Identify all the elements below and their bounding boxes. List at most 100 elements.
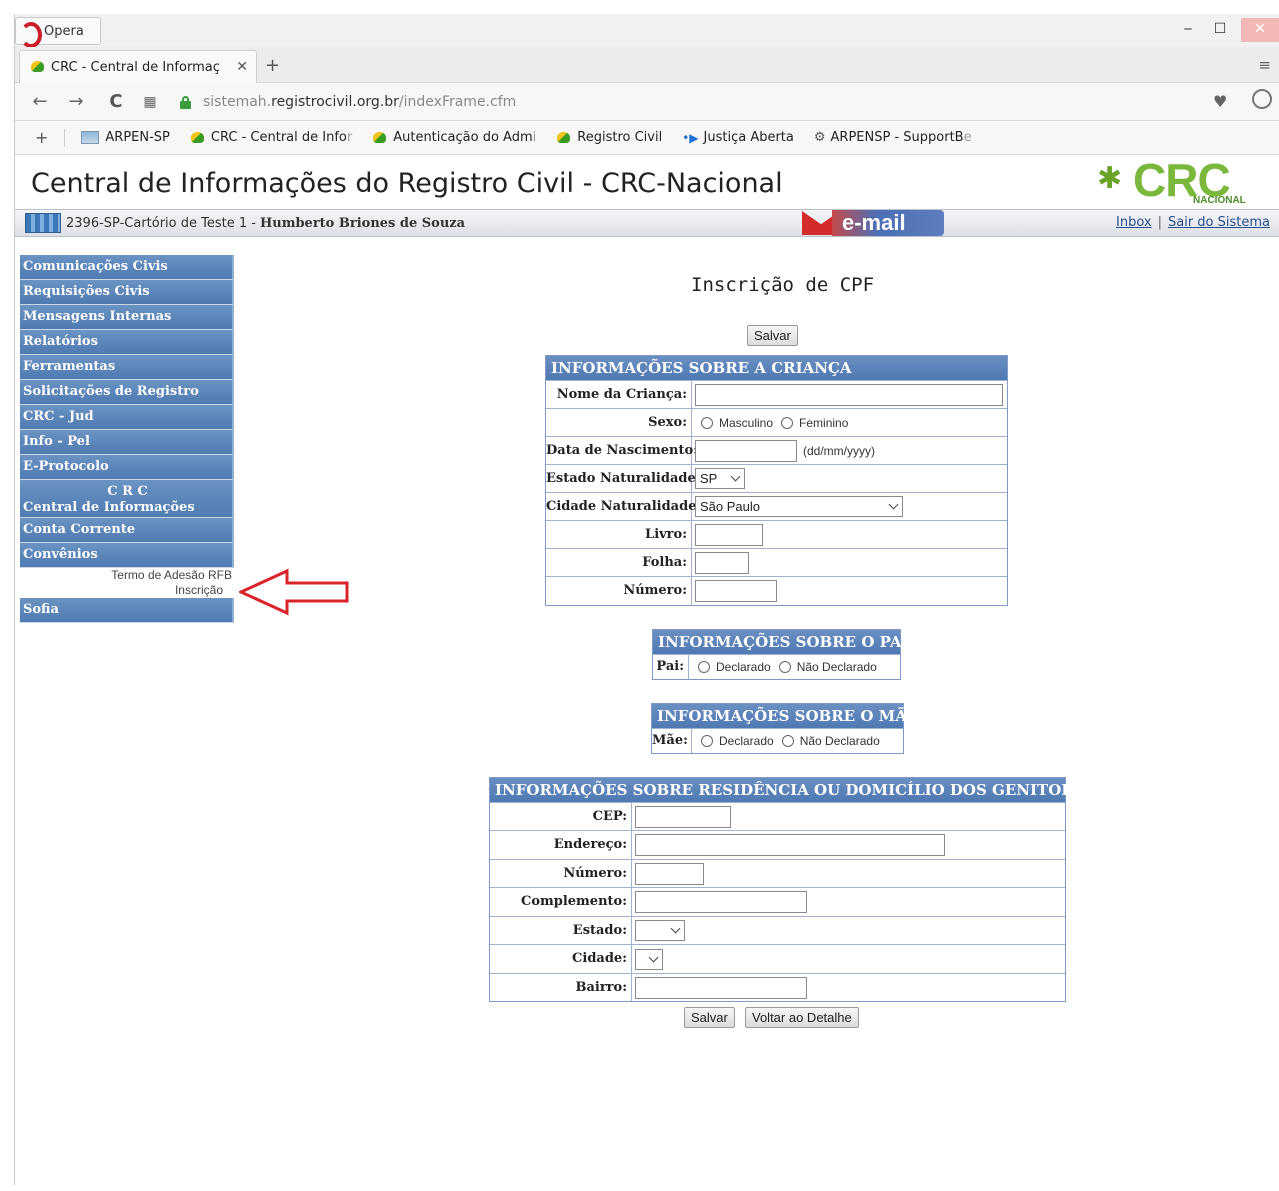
field-label: Estado Naturalidade:: [546, 465, 701, 492]
number-input[interactable]: [695, 580, 777, 602]
browser-window: Opera ‒ ☐ ✕ CRC - Central de Informaç ✕ …: [14, 14, 1279, 1185]
back-to-detail-button[interactable]: Voltar ao Detalhe: [745, 1007, 859, 1028]
field-label: CEP:: [490, 803, 632, 830]
bookmark-label-fade: r: [346, 130, 353, 145]
house-number-input[interactable]: [635, 862, 704, 885]
address-bar: ← → C ▦ sistemah. registrocivil.org.br/in…: [15, 83, 1279, 121]
menu-relatorios[interactable]: Relatórios: [20, 330, 234, 355]
address-input[interactable]: [635, 834, 945, 856]
account-icon[interactable]: [1252, 89, 1272, 109]
menu-solicitacoes-registro[interactable]: Solicitações de Registro: [20, 380, 234, 405]
menu-ferramentas[interactable]: Ferramentas: [20, 355, 234, 380]
divider: [64, 128, 66, 147]
father-info-section: INFORMAÇÕES SOBRE O PAI Pai: Declarado N…: [652, 629, 908, 680]
bookmark-registro-civil[interactable]: Registro Civil: [556, 130, 662, 145]
maximize-icon[interactable]: ☐: [1207, 18, 1233, 42]
menu-comunicacoes-civis[interactable]: Comunicações Civis: [20, 255, 234, 280]
tab-close-icon[interactable]: ✕: [236, 59, 248, 75]
child-info-section: INFORMAÇÕES SOBRE A CRIANÇA Nome da Cria…: [545, 355, 1008, 606]
user-name: Humberto Briones de Souza: [259, 215, 466, 231]
menu-central-informacoes[interactable]: C R C Central de Informações: [20, 480, 234, 518]
field-label: Livro:: [546, 521, 692, 548]
url-field[interactable]: sistemah. registrocivil.org.br/indexFrame…: [180, 89, 1210, 115]
menu-e-protocolo[interactable]: E-Protocolo: [20, 455, 234, 480]
row-cidade: Cidade Naturalidade: São Paulo: [546, 492, 1007, 520]
row-complemento: Complemento:: [490, 887, 1065, 916]
residence-city-select[interactable]: [635, 948, 663, 970]
neighborhood-input[interactable]: [635, 976, 807, 999]
bookmark-arpen-sp[interactable]: ARPEN-SP: [81, 130, 170, 145]
city-value: São Paulo: [700, 499, 760, 514]
menu-convenios[interactable]: Convênios: [20, 543, 234, 568]
gear-icon: ⚙: [813, 130, 826, 145]
tab-menu-icon[interactable]: ≡: [1258, 56, 1271, 74]
radio-pai-nao-declarado[interactable]: [778, 661, 791, 673]
convenios-submenu: Termo de Adesão RFB Inscrição: [20, 568, 234, 598]
forward-arrow-icon[interactable]: →: [63, 91, 89, 112]
reload-icon[interactable]: C: [103, 91, 129, 112]
tab-crc[interactable]: CRC - Central de Informaç ✕: [19, 50, 257, 83]
add-bookmark-icon[interactable]: +: [35, 128, 48, 147]
menu-crc-jud[interactable]: CRC - Jud: [20, 405, 234, 430]
web-page: Central de Informações do Registro Civil…: [15, 154, 1279, 1191]
image-icon: [81, 131, 100, 144]
lock-icon: [180, 95, 191, 109]
speed-dial-icon[interactable]: ▦: [137, 94, 163, 110]
bookmark-crc-central[interactable]: CRC - Central de Info r: [190, 130, 352, 145]
site-header: Central de Informações do Registro Civil…: [15, 154, 1279, 209]
minimize-icon[interactable]: ‒: [1175, 18, 1201, 42]
bookmark-autenticacao[interactable]: Autenticação do Adm i: [372, 130, 536, 145]
radio-mae-declarado[interactable]: [701, 735, 713, 747]
back-arrow-icon[interactable]: ←: [27, 91, 53, 112]
menu-mensagens-internas[interactable]: Mensagens Internas: [20, 305, 234, 330]
section-heading: INFORMAÇÕES SOBRE O PAI: [653, 630, 908, 654]
registry-icon: [25, 213, 61, 233]
menu-info-pel[interactable]: Info - Pel: [20, 430, 234, 455]
heart-icon[interactable]: ♥: [1213, 92, 1227, 111]
radio-mae-nao-declarado[interactable]: [781, 735, 794, 747]
opera-menu-button[interactable]: Opera: [15, 17, 101, 48]
bookmark-label: CRC - Central de Info: [210, 130, 347, 145]
cep-input[interactable]: [635, 805, 731, 828]
menu-sofia[interactable]: Sofia: [20, 598, 234, 623]
section-heading: INFORMAÇÕES SOBRE RESIDÊNCIA OU DOMICÍLI…: [490, 778, 1096, 802]
radio-feminino[interactable]: [781, 416, 794, 429]
mother-info-section: INFORMAÇÕES SOBRE O MÃE Mãe: Declarado N…: [651, 703, 918, 754]
new-tab-button[interactable]: +: [265, 55, 280, 76]
logout-link[interactable]: Sair do Sistema: [1168, 215, 1270, 230]
menu-conta-corrente[interactable]: Conta Corrente: [20, 518, 234, 543]
bookmark-justica-aberta[interactable]: •▶ Justiça Aberta: [682, 130, 794, 145]
page-input[interactable]: [695, 551, 749, 574]
menu-central-line1: C R C: [107, 484, 148, 499]
book-input[interactable]: [695, 523, 763, 546]
submenu-inscricao[interactable]: Inscrição: [20, 583, 232, 598]
residence-state-select[interactable]: [635, 920, 685, 941]
inbox-link[interactable]: Inbox: [1116, 215, 1152, 230]
menu-requisicoes-civis[interactable]: Requisições Civis: [20, 280, 234, 305]
save-button-bottom[interactable]: Salvar: [684, 1007, 735, 1028]
radio-label: Masculino: [719, 415, 774, 430]
email-banner[interactable]: e-mail: [802, 210, 944, 236]
email-label: e-mail: [832, 210, 944, 236]
save-button-top[interactable]: Salvar: [747, 325, 798, 346]
state-select[interactable]: SP: [695, 468, 745, 489]
row-estado: Estado Naturalidade: SP: [546, 464, 1007, 492]
red-arrow-annotation: [239, 568, 349, 616]
close-window-icon[interactable]: ✕: [1241, 18, 1279, 42]
city-select[interactable]: São Paulo: [695, 496, 903, 517]
row-pai: Pai: Declarado Não Declarado: [653, 654, 900, 679]
crc-logo: ✱ CRC NACIONAL: [1097, 154, 1257, 206]
bookmark-label: ARPEN-SP: [105, 130, 170, 145]
bookmark-arpensp-support[interactable]: ⚙ ARPENSP - SupportB e: [814, 130, 972, 145]
bookmark-label: Registro Civil: [577, 130, 663, 145]
tab-bar: CRC - Central de Informaç ✕ + ≡: [15, 47, 1279, 83]
date-format-hint: (dd/mm/yyyy): [803, 443, 875, 458]
radio-masculino[interactable]: [701, 416, 713, 429]
submenu-termo-adesao[interactable]: Termo de Adesão RFB: [20, 568, 232, 583]
child-name-input[interactable]: [695, 383, 1003, 406]
logo-subtext: NACIONAL: [1193, 195, 1246, 206]
birth-date-input[interactable]: [695, 439, 797, 462]
radio-pai-declarado[interactable]: [698, 661, 710, 673]
complement-input[interactable]: [635, 891, 807, 913]
residence-info-section: INFORMAÇÕES SOBRE RESIDÊNCIA OU DOMICÍLI…: [489, 777, 1096, 1002]
